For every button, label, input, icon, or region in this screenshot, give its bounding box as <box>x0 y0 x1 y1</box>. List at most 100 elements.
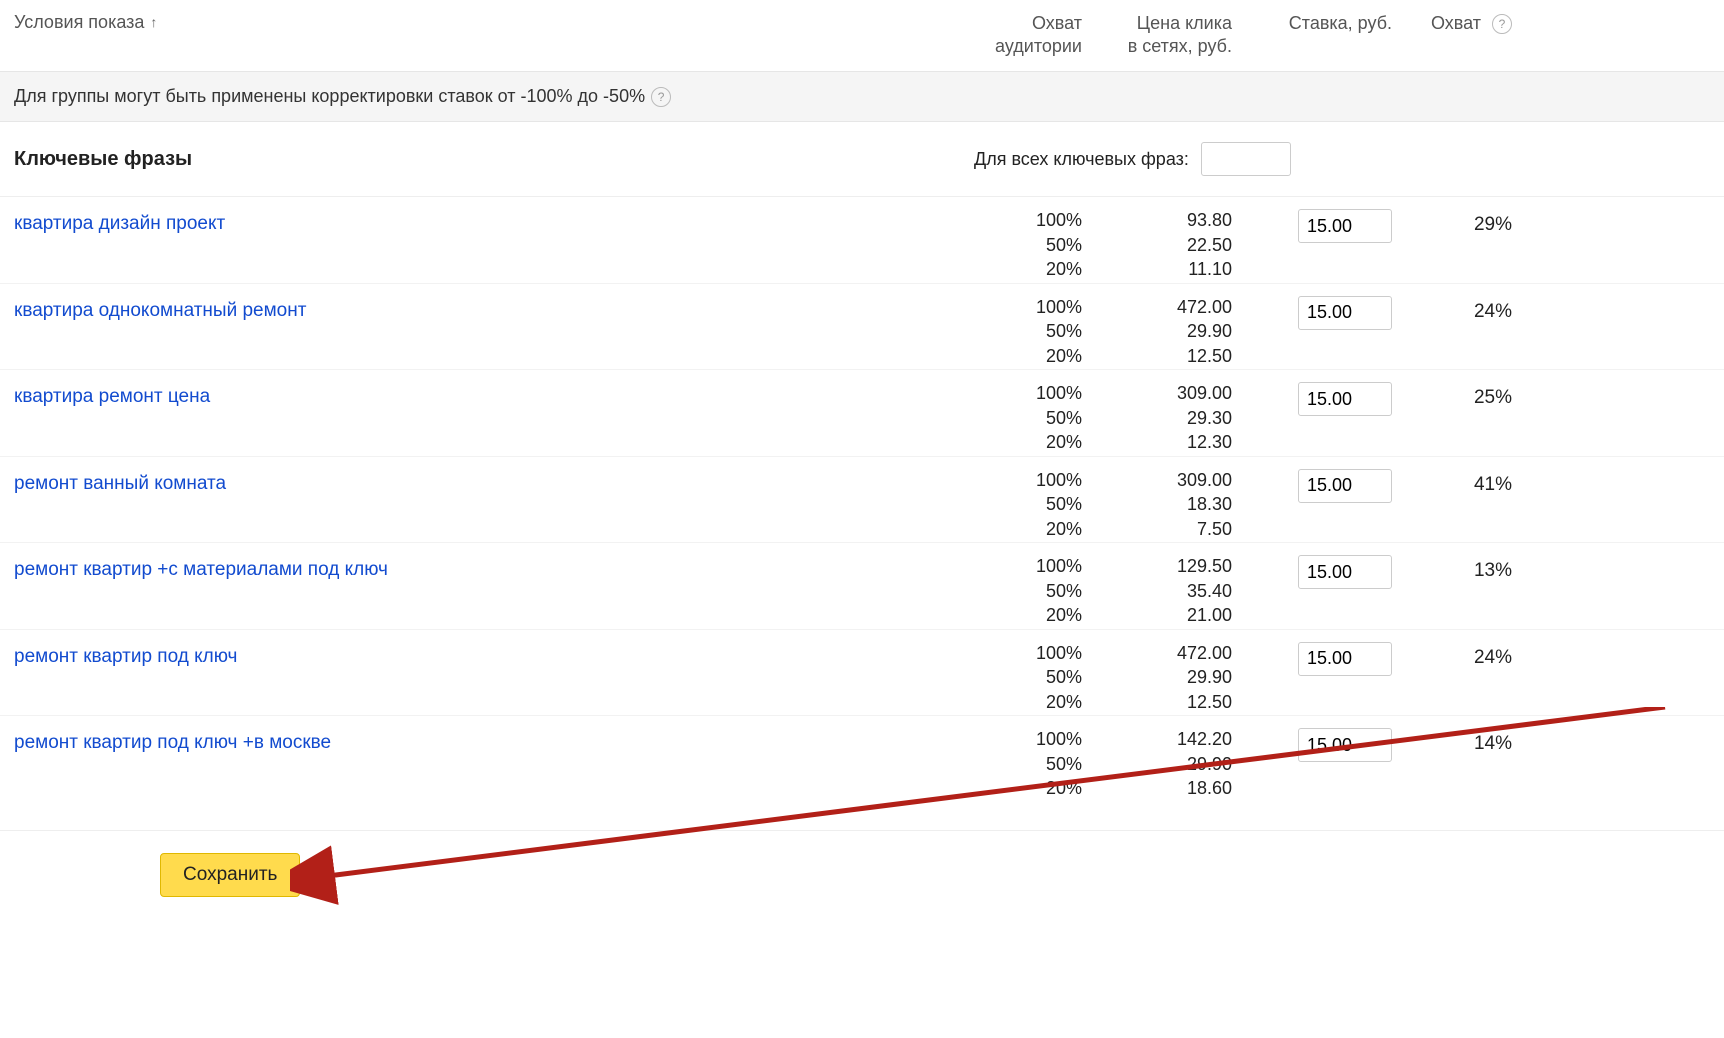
reach-audience-value: 100% <box>974 555 1082 578</box>
reach-audience-cell: 100%50%20% <box>974 728 1094 800</box>
reach-cell: 25% <box>1404 382 1524 454</box>
reach-audience-cell: 100%50%20% <box>974 296 1094 368</box>
keyword-cell: квартира ремонт цена <box>14 382 974 408</box>
reach-cell: 41% <box>1404 469 1524 541</box>
reach-audience-value: 50% <box>974 493 1082 516</box>
click-price-value: 472.00 <box>1094 642 1232 665</box>
help-icon[interactable]: ? <box>651 87 671 107</box>
reach-audience-value: 100% <box>974 382 1082 405</box>
bid-cell <box>1244 728 1404 800</box>
keyword-link[interactable]: квартира однокомнатный ремонт <box>14 300 306 321</box>
click-price-cell: 93.8022.5011.10 <box>1094 209 1244 281</box>
click-price-value: 18.60 <box>1094 777 1232 800</box>
bid-cell <box>1244 209 1404 281</box>
keyword-row: ремонт квартир под ключ +в москве 100%50%… <box>0 716 1724 802</box>
keyword-link[interactable]: ремонт квартир под ключ +в москве <box>14 732 331 753</box>
keyword-link[interactable]: ремонт квартир +с материалами под ключ <box>14 559 388 580</box>
bid-input[interactable] <box>1298 209 1392 243</box>
reach-audience-cell: 100%50%20% <box>974 382 1094 454</box>
bid-input[interactable] <box>1298 642 1392 676</box>
click-price-value: 129.50 <box>1094 555 1232 578</box>
reach-audience-cell: 100%50%20% <box>974 469 1094 541</box>
reach-cell: 24% <box>1404 296 1524 368</box>
click-price-cell: 129.5035.4021.00 <box>1094 555 1244 627</box>
reach-audience-value: 50% <box>974 580 1082 603</box>
reach-audience-value: 100% <box>974 469 1082 492</box>
keyword-link[interactable]: квартира ремонт цена <box>14 386 210 407</box>
bid-input[interactable] <box>1298 555 1392 589</box>
bid-cell <box>1244 296 1404 368</box>
column-reach: Охват ? <box>1404 12 1524 57</box>
bid-input[interactable] <box>1298 469 1392 503</box>
keyword-cell: квартира дизайн проект <box>14 209 974 235</box>
keyword-row: квартира однокомнатный ремонт100%50%20%4… <box>0 284 1724 371</box>
click-price-value: 29.90 <box>1094 666 1232 689</box>
keyword-row: ремонт ванный комната100%50%20%309.0018.… <box>0 457 1724 544</box>
help-icon[interactable]: ? <box>1492 14 1512 34</box>
reach-audience-value: 20% <box>974 431 1082 454</box>
reach-audience-cell: 100%50%20% <box>974 642 1094 714</box>
click-price-value: 93.80 <box>1094 209 1232 232</box>
bid-input[interactable] <box>1298 382 1392 416</box>
reach-audience-value: 50% <box>974 320 1082 343</box>
keyword-link[interactable]: ремонт квартир под ключ <box>14 646 237 667</box>
column-click-price: Цена клика в сетях, руб. <box>1094 12 1244 57</box>
keyword-row: квартира дизайн проект100%50%20%93.8022.… <box>0 197 1724 284</box>
reach-audience-value: 20% <box>974 604 1082 627</box>
bid-cell <box>1244 642 1404 714</box>
column-reach-audience: Охват аудитории <box>974 12 1094 57</box>
click-price-value: 29.90 <box>1094 320 1232 343</box>
all-keywords-label: Для всех ключевых фраз: <box>974 149 1189 170</box>
bid-cell <box>1244 382 1404 454</box>
keyword-cell: ремонт ванный комната <box>14 469 974 495</box>
reach-audience-cell: 100%50%20% <box>974 555 1094 627</box>
keyword-cell: ремонт квартир под ключ +в москве <box>14 728 974 754</box>
keyword-link[interactable]: квартира дизайн проект <box>14 213 225 234</box>
click-price-value: 18.30 <box>1094 493 1232 516</box>
click-price-value: 7.50 <box>1094 518 1232 541</box>
reach-cell: 13% <box>1404 555 1524 627</box>
reach-audience-value: 100% <box>974 642 1082 665</box>
click-price-cell: 472.0029.9012.50 <box>1094 642 1244 714</box>
reach-cell: 24% <box>1404 642 1524 714</box>
reach-audience-value: 100% <box>974 296 1082 319</box>
click-price-value: 22.50 <box>1094 234 1232 257</box>
keywords-table-body: квартира дизайн проект100%50%20%93.8022.… <box>0 197 1724 802</box>
click-price-cell: 472.0029.9012.50 <box>1094 296 1244 368</box>
reach-audience-value: 50% <box>974 753 1082 776</box>
click-price-value: 11.10 <box>1094 258 1232 281</box>
column-conditions-label: Условия показа <box>14 12 144 33</box>
keyword-link[interactable]: ремонт ванный комната <box>14 473 226 494</box>
click-price-value: 309.00 <box>1094 469 1232 492</box>
reach-audience-value: 50% <box>974 666 1082 689</box>
click-price-cell: 309.0029.3012.30 <box>1094 382 1244 454</box>
reach-audience-value: 20% <box>974 777 1082 800</box>
sort-asc-icon: ↑ <box>150 14 157 30</box>
keyword-cell: ремонт квартир +с материалами под ключ <box>14 555 974 581</box>
footer: Сохранить <box>0 830 1724 919</box>
reach-audience-value: 20% <box>974 345 1082 368</box>
table-header: Условия показа ↑ Охват аудитории Цена кл… <box>0 0 1724 72</box>
bid-input[interactable] <box>1298 296 1392 330</box>
keyword-row: ремонт квартир +с материалами под ключ 10… <box>0 543 1724 630</box>
click-price-value: 12.50 <box>1094 345 1232 368</box>
bid-input[interactable] <box>1298 728 1392 762</box>
column-bid: Ставка, руб. <box>1244 12 1404 57</box>
click-price-cell: 142.2029.9018.60 <box>1094 728 1244 800</box>
reach-audience-value: 50% <box>974 234 1082 257</box>
keyword-cell: квартира однокомнатный ремонт <box>14 296 974 322</box>
reach-audience-value: 50% <box>974 407 1082 430</box>
click-price-value: 21.00 <box>1094 604 1232 627</box>
reach-audience-value: 100% <box>974 728 1082 751</box>
reach-audience-value: 20% <box>974 518 1082 541</box>
all-keywords-bid-input[interactable] <box>1201 142 1291 176</box>
save-button[interactable]: Сохранить <box>160 853 300 897</box>
click-price-value: 309.00 <box>1094 382 1232 405</box>
keywords-title: Ключевые фразы <box>14 148 974 171</box>
bid-cell <box>1244 469 1404 541</box>
click-price-value: 35.40 <box>1094 580 1232 603</box>
column-conditions[interactable]: Условия показа ↑ <box>14 12 974 33</box>
bid-adjustment-notice: Для группы могут быть применены корректи… <box>0 72 1724 122</box>
click-price-value: 29.30 <box>1094 407 1232 430</box>
keyword-cell: ремонт квартир под ключ <box>14 642 974 668</box>
